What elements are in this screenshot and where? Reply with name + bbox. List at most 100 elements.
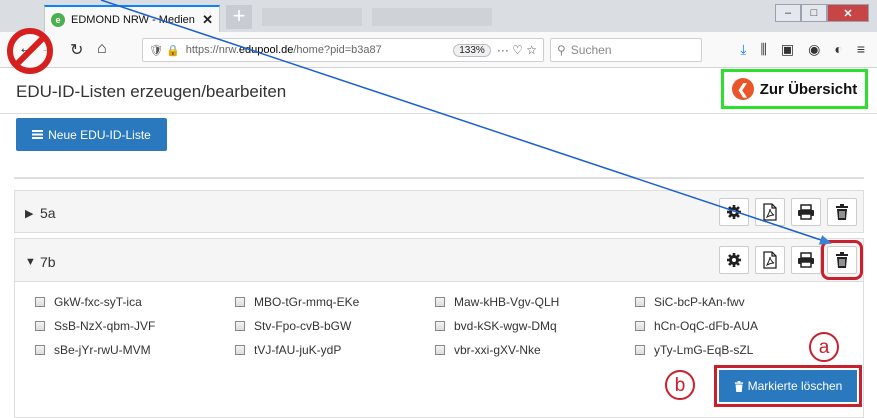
- trash-icon: [836, 252, 848, 268]
- list-name[interactable]: 7b: [40, 254, 56, 270]
- checkbox[interactable]: [35, 297, 45, 307]
- settings-button[interactable]: [719, 198, 749, 226]
- download-icon[interactable]: ⤓: [740, 41, 746, 58]
- edu-id-label: SiC-bcP-kAn-fwv: [654, 295, 745, 309]
- delete-list-button-highlighted[interactable]: [821, 240, 863, 280]
- forward-nav-icon[interactable]: →: [40, 40, 56, 58]
- edu-id-label: vbr-xxi-gXV-Nke: [454, 343, 541, 357]
- edu-id-checkbox-item[interactable]: Stv-Fpo-cvB-bGW: [235, 318, 435, 334]
- edu-id-checkbox-item[interactable]: sBe-jYr-rwU-MVM: [35, 342, 235, 358]
- list-name[interactable]: 5a: [40, 205, 56, 221]
- address-bar[interactable]: 🛡 🔒 https://nrw.edupool.de/home?pid=b3a8…: [142, 38, 544, 62]
- extension-icon[interactable]: ◐: [834, 41, 842, 58]
- edu-id-checkbox-item[interactable]: tVJ-fAU-juK-ydP: [235, 342, 435, 358]
- tab-title: EDMOND NRW - Medien für Sc: [71, 13, 196, 26]
- checkbox[interactable]: [435, 297, 445, 307]
- browser-tab[interactable]: e EDMOND NRW - Medien für Sc ✕: [44, 5, 220, 32]
- edu-id-checkbox-item[interactable]: GkW-fxc-syT-ica: [35, 294, 235, 310]
- back-nav-icon[interactable]: ←: [18, 40, 34, 58]
- delete-marked-inner: Markierte löschen: [719, 370, 857, 402]
- edu-id-label: SsB-NzX-qbm-JVF: [54, 319, 156, 333]
- pdf-button[interactable]: [755, 246, 785, 274]
- checkbox[interactable]: [35, 345, 45, 355]
- checkbox[interactable]: [635, 297, 645, 307]
- background-tab[interactable]: [262, 8, 362, 26]
- edu-id-label: yTy-LmG-EqB-sZL: [654, 343, 754, 357]
- checkbox[interactable]: [635, 345, 645, 355]
- trash-icon: [734, 380, 743, 392]
- edu-id-label: bvd-kSK-wgw-DMq: [454, 319, 557, 333]
- checkbox[interactable]: [235, 345, 245, 355]
- delete-marked-button[interactable]: Markierte löschen: [714, 365, 862, 407]
- print-button[interactable]: [791, 246, 821, 274]
- search-input[interactable]: ⚲ Suchen: [550, 38, 702, 62]
- checkbox[interactable]: [235, 297, 245, 307]
- url-text: https://nrw.edupool.de/home?pid=b3a87: [185, 44, 382, 56]
- callout-b: b: [665, 370, 695, 400]
- checkbox[interactable]: [635, 321, 645, 331]
- caret-right-icon[interactable]: ▶: [25, 207, 33, 220]
- account-icon[interactable]: ◉: [808, 41, 820, 58]
- edu-id-label: MBO-tGr-mmq-EKe: [254, 295, 360, 309]
- back-to-overview-label: Zur Übersicht: [759, 80, 858, 98]
- new-edu-id-list-button[interactable]: Neue EDU-ID-Liste: [16, 118, 167, 151]
- edu-id-checkbox-item[interactable]: Maw-kHB-Vgv-QLH: [435, 294, 635, 310]
- library-icon[interactable]: ⫼: [760, 41, 766, 58]
- edu-id-checkbox-item[interactable]: hCn-OqC-dFb-AUA: [635, 318, 835, 334]
- callout-a: a: [809, 332, 839, 362]
- toolbar-icons: ⤓ ⫼ ▣ ◉ ◐ ≡: [740, 41, 865, 58]
- checkbox[interactable]: [35, 321, 45, 331]
- gear-icon: [727, 205, 741, 219]
- list-panel-7b: ▼ 7b: [14, 238, 864, 282]
- checkbox[interactable]: [435, 345, 445, 355]
- new-tab-button[interactable]: +: [226, 5, 252, 29]
- window-close-icon[interactable]: ✕: [827, 4, 869, 22]
- list-actions: [719, 198, 857, 226]
- edu-id-checkbox-item[interactable]: vbr-xxi-gXV-Nke: [435, 342, 635, 358]
- trash-icon: [836, 204, 848, 220]
- print-icon: [798, 204, 814, 220]
- edu-id-label: sBe-jYr-rwU-MVM: [54, 343, 151, 357]
- checkbox[interactable]: [435, 321, 445, 331]
- edu-id-checkbox-item[interactable]: SsB-NzX-qbm-JVF: [35, 318, 235, 334]
- caret-down-icon[interactable]: ▼: [25, 256, 36, 268]
- edu-id-label: GkW-fxc-syT-ica: [54, 295, 142, 309]
- edu-id-checkbox-item[interactable]: bvd-kSK-wgw-DMq: [435, 318, 635, 334]
- favicon-icon: e: [51, 12, 65, 27]
- page-title: EDU-ID-Listen erzeugen/bearbeiten: [16, 82, 287, 101]
- maximize-icon[interactable]: □: [801, 4, 827, 22]
- pdf-icon: [763, 251, 777, 269]
- minimize-icon[interactable]: –: [775, 4, 801, 22]
- arrow-left-circle-icon: ❮: [731, 78, 754, 100]
- browser-navbar: ← → ↻ ⌂ 🛡 🔒 https://nrw.edupool.de/home?…: [0, 32, 877, 68]
- page-header: EDU-ID-Listen erzeugen/bearbeiten ❮ Zur …: [0, 68, 877, 114]
- print-button[interactable]: [791, 198, 821, 226]
- tab-close-icon[interactable]: ✕: [202, 12, 213, 28]
- background-tab[interactable]: [372, 8, 492, 26]
- screenshot-root: e EDMOND NRW - Medien für Sc ✕ + – □ ✕ ←…: [0, 0, 877, 418]
- edu-id-checkbox-item[interactable]: yTy-LmG-EqB-sZL: [635, 342, 835, 358]
- edu-id-checkbox-item[interactable]: SiC-bcP-kAn-fwv: [635, 294, 835, 310]
- menu-icon[interactable]: ≡: [857, 41, 865, 58]
- new-list-label: Neue EDU-ID-Liste: [48, 127, 151, 142]
- divider: [14, 177, 864, 179]
- home-icon[interactable]: ⌂: [97, 40, 107, 58]
- pdf-icon: [763, 203, 777, 221]
- edu-id-checkbox-item[interactable]: MBO-tGr-mmq-EKe: [235, 294, 435, 310]
- delete-list-button[interactable]: [827, 198, 857, 226]
- window-controls: – □ ✕: [775, 4, 869, 22]
- gear-icon: [727, 253, 741, 267]
- page-actions-icon[interactable]: ··· ♡ ☆: [497, 43, 537, 57]
- back-to-overview-button[interactable]: ❮ Zur Übersicht: [721, 69, 868, 109]
- pdf-button[interactable]: [755, 198, 785, 226]
- reload-icon[interactable]: ↻: [70, 40, 83, 60]
- lock-icon: 🛡 🔒: [149, 44, 180, 57]
- edu-id-label: Stv-Fpo-cvB-bGW: [254, 319, 352, 333]
- sidebar-icon[interactable]: ▣: [781, 41, 794, 58]
- checkbox[interactable]: [235, 321, 245, 331]
- zoom-level[interactable]: 133%: [453, 43, 491, 57]
- search-icon: ⚲: [557, 43, 566, 57]
- settings-button[interactable]: [719, 246, 749, 274]
- edu-id-label: hCn-OqC-dFb-AUA: [654, 319, 759, 333]
- edu-id-grid: GkW-fxc-syT-ica MBO-tGr-mmq-EKe Maw-kHB-Vg…: [35, 294, 835, 358]
